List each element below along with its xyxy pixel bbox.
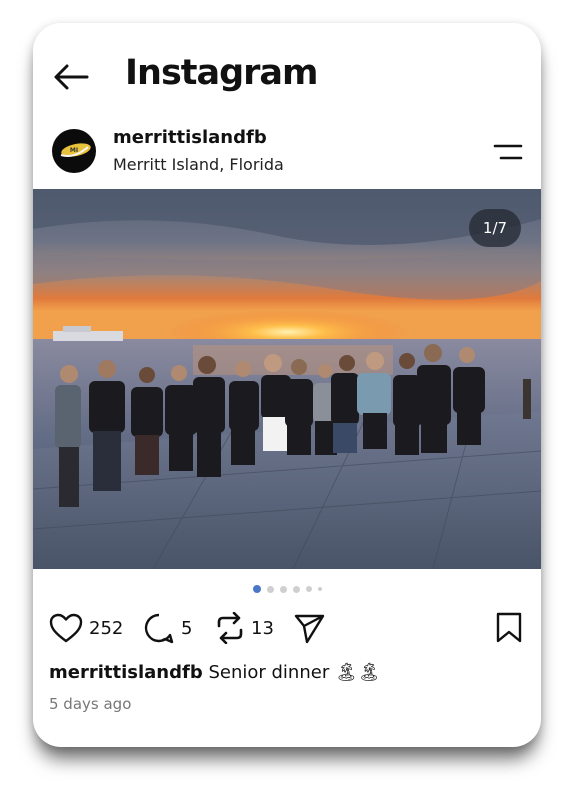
share-button[interactable]	[293, 611, 325, 645]
repost-icon	[217, 612, 243, 644]
post-timestamp: 5 days ago	[49, 695, 132, 713]
carousel-dot[interactable]	[266, 585, 274, 593]
comment-icon	[144, 613, 174, 644]
send-icon	[294, 614, 325, 644]
avatar[interactable]: MI	[52, 129, 96, 173]
post-username[interactable]: merrittislandfb	[113, 127, 267, 148]
carousel-dot[interactable]	[292, 585, 300, 593]
back-arrow-icon[interactable]	[53, 63, 89, 91]
carousel-dot[interactable]	[305, 586, 312, 592]
team-logo-icon: MI	[60, 143, 91, 157]
post-card: Instagram MI merrittislandfb Merritt Isl…	[33, 23, 541, 747]
repost-count: 13	[251, 617, 274, 639]
menu-icon[interactable]	[493, 141, 523, 163]
svg-text:MI: MI	[70, 147, 78, 154]
repost-button[interactable]: 13	[215, 611, 274, 645]
image-counter-badge: 1/7	[469, 209, 521, 247]
bookmark-icon	[496, 612, 522, 643]
post-caption: merrittislandfb Senior dinner 🏝🏝	[49, 662, 381, 683]
post-location[interactable]: Merritt Island, Florida	[113, 155, 284, 174]
instagram-logo: Instagram	[125, 53, 319, 93]
caption-text: Senior dinner	[208, 662, 330, 683]
like-button[interactable]: 252	[49, 611, 123, 645]
sunset-photo	[33, 189, 541, 569]
comment-button[interactable]: 5	[143, 611, 192, 645]
like-count: 252	[89, 617, 124, 639]
carousel-dot[interactable]	[317, 587, 322, 591]
heart-icon	[49, 613, 83, 643]
carousel-dot-active[interactable]	[252, 585, 261, 593]
comment-count: 5	[181, 617, 193, 639]
caption-username[interactable]: merrittislandfb	[49, 662, 203, 683]
caption-emoji: 🏝🏝	[334, 662, 381, 683]
action-bar: 252 5 13	[49, 611, 525, 645]
carousel-dots	[33, 585, 541, 595]
post-image[interactable]	[33, 189, 541, 569]
save-button[interactable]	[495, 611, 523, 645]
carousel-dot[interactable]	[279, 585, 287, 593]
